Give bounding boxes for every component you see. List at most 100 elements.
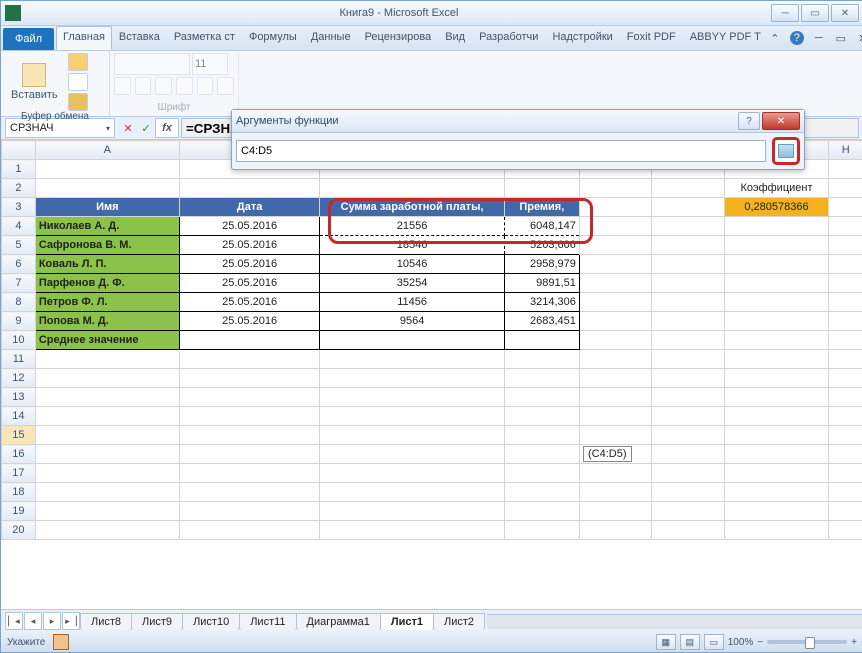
view-pagebreak-button[interactable]: ▭ [704,634,724,650]
cell[interactable] [652,217,724,236]
help-icon[interactable]: ? [790,31,804,45]
cell[interactable] [320,502,504,521]
cell[interactable] [652,502,724,521]
prev-sheet-button[interactable]: ◂ [24,612,42,630]
sheet-tab[interactable]: Лист9 [131,613,183,630]
cell[interactable] [652,198,724,217]
ribbon-tab[interactable]: Foxit PDF [620,26,683,50]
cell[interactable] [579,483,651,502]
bold-button[interactable] [114,77,131,95]
cell[interactable] [829,388,862,407]
cell[interactable] [179,464,320,483]
cell[interactable] [652,331,724,350]
row-header[interactable]: 11 [2,350,36,369]
cell[interactable] [829,502,862,521]
cell[interactable]: 2958,979 [504,255,579,274]
sheet-tab[interactable]: Диаграмма1 [296,613,381,630]
cell[interactable] [829,483,862,502]
minimize-ribbon-icon[interactable]: ⌃ [768,31,782,45]
row-header[interactable]: 10 [2,331,36,350]
row-header[interactable]: 6 [2,255,36,274]
cell[interactable] [829,179,862,198]
row-header[interactable]: 19 [2,502,36,521]
accept-formula-button[interactable]: ✓ [137,119,155,137]
cell[interactable] [724,369,829,388]
view-normal-button[interactable]: ▦ [656,634,676,650]
cell[interactable] [579,274,651,293]
cell[interactable]: Николаев А. Д. [35,217,179,236]
cell[interactable]: 5203,606 [504,236,579,255]
row-header[interactable]: 13 [2,388,36,407]
cell[interactable] [652,464,724,483]
row-header[interactable]: 5 [2,236,36,255]
cut-icon[interactable] [68,53,88,71]
cell[interactable] [504,407,579,426]
range-input[interactable] [236,140,766,162]
cell[interactable] [504,521,579,540]
paste-button[interactable]: Вставить [5,61,64,103]
cell[interactable] [724,217,829,236]
cell[interactable]: 25.05.2016 [179,255,320,274]
row-header[interactable]: 17 [2,464,36,483]
row-header[interactable]: 9 [2,312,36,331]
cell[interactable]: 25.05.2016 [179,293,320,312]
cell[interactable] [829,198,862,217]
close-window-button[interactable]: ✕ [831,4,859,22]
row-header[interactable]: 1 [2,160,36,179]
cell[interactable] [35,407,179,426]
macro-record-icon[interactable] [53,634,69,650]
cell[interactable]: 3214,306 [504,293,579,312]
cell[interactable]: 11456 [320,293,504,312]
cell[interactable] [829,293,862,312]
row-header[interactable]: 4 [2,217,36,236]
col-header[interactable]: H [829,141,862,160]
cell[interactable] [35,502,179,521]
cell[interactable]: 21556 [320,217,504,236]
cell[interactable] [724,388,829,407]
cell[interactable]: 25.05.2016 [179,236,320,255]
cell[interactable]: Сафронова В. М. [35,236,179,255]
cell[interactable]: Коэффициент [724,179,829,198]
font-size[interactable] [192,53,228,75]
italic-button[interactable] [135,77,152,95]
cell[interactable] [579,426,651,445]
sheet-tab[interactable]: Лист10 [182,613,240,630]
cell[interactable] [652,274,724,293]
cell[interactable] [829,331,862,350]
cell[interactable] [652,445,724,464]
cell[interactable] [652,483,724,502]
min-icon[interactable]: ─ [812,31,826,45]
cell[interactable]: 25.05.2016 [179,217,320,236]
cell[interactable]: 0,280578366 [724,198,829,217]
cell[interactable] [504,426,579,445]
cell[interactable] [829,217,862,236]
cell[interactable]: 6048,147 [504,217,579,236]
cell[interactable]: Сумма заработной платы, [320,198,504,217]
cell[interactable]: Среднее значение [35,331,179,350]
cell[interactable] [504,445,579,464]
first-sheet-button[interactable]: ▏◂ [5,612,23,630]
cell[interactable]: Премия, [504,198,579,217]
cell[interactable] [829,274,862,293]
cell[interactable] [724,464,829,483]
cell[interactable] [320,179,504,198]
cell[interactable] [320,521,504,540]
ribbon-tab[interactable]: ABBYY PDF T [683,26,768,50]
cell[interactable] [579,369,651,388]
copy-icon[interactable] [68,73,88,91]
format-painter-icon[interactable] [68,93,88,111]
last-sheet-button[interactable]: ▸▕ [62,612,80,630]
cell[interactable]: Дата [179,198,320,217]
cell[interactable]: Попова М. Д. [35,312,179,331]
cell[interactable] [579,331,651,350]
cell[interactable] [320,445,504,464]
cell[interactable] [724,312,829,331]
cell[interactable] [579,388,651,407]
cell[interactable] [179,179,320,198]
ribbon-tab[interactable]: Формулы [242,26,304,50]
cell[interactable]: Петров Ф. Л. [35,293,179,312]
row-header[interactable]: 15 [2,426,36,445]
cell[interactable] [579,521,651,540]
row-header[interactable]: 8 [2,293,36,312]
cell[interactable] [179,483,320,502]
